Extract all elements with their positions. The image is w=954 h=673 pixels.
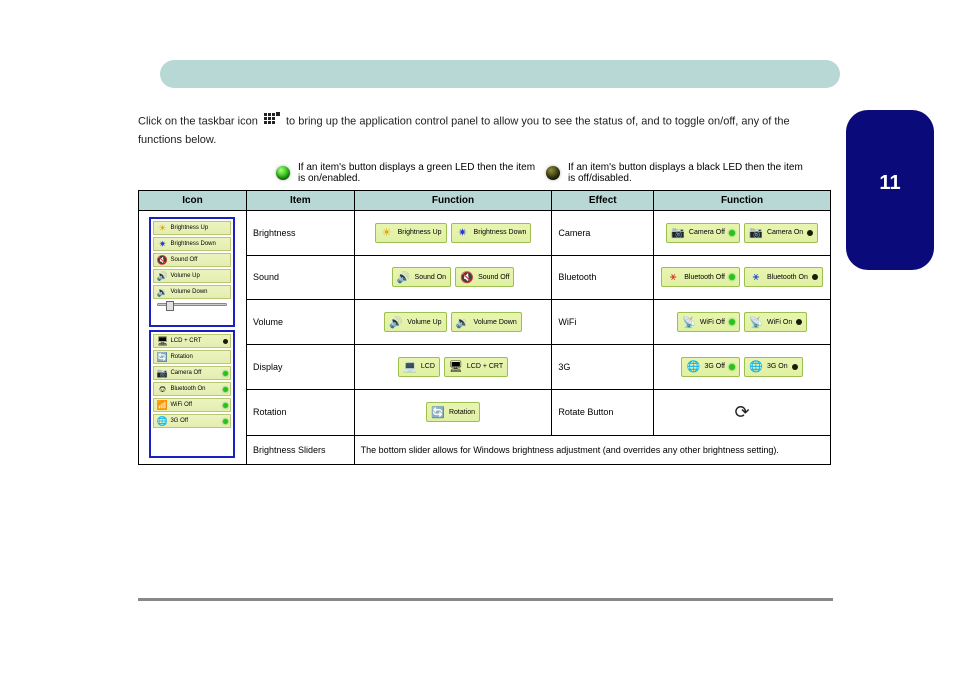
function-cell: ☀Brightness Up ✷Brightness Down <box>354 211 552 256</box>
legend-black-text: If an item's button displays a black LED… <box>568 162 808 184</box>
effect-cell: Camera <box>552 211 654 256</box>
wifi-off-button[interactable]: 📡WiFi Off <box>677 312 740 332</box>
panel-bottom-frame: 🖥LCD + CRT 🔄Rotation 📷Camera Off ⎊Bluetooth… <box>149 330 235 458</box>
effect-cell: Bluetooth <box>552 255 654 300</box>
status-dot-icon <box>812 274 818 280</box>
function-cell: 🔊Volume Up 🔉Volume Down <box>354 300 552 345</box>
bluetooth-icon: ⚹ <box>664 269 682 285</box>
effect-cell: WiFi <box>552 300 654 345</box>
function-table: Icon Item Function Effect Function ☀Brig… <box>138 190 831 465</box>
panel-mini-row: ☀Brightness Up <box>153 221 231 235</box>
3g-off-button[interactable]: 🌐3G Off <box>681 357 740 377</box>
function-cell: 🔊Sound On 🔇Sound Off <box>354 255 552 300</box>
globe-icon: 🌐 <box>684 359 702 375</box>
item-cell: Sound <box>246 255 354 300</box>
th-icon: Icon <box>139 191 247 211</box>
panel-mini-row: 🔊Volume Up <box>153 269 231 283</box>
brightness-up-button[interactable]: ☀Brightness Up <box>375 223 447 243</box>
rotate-screen-icon: ⟳ <box>660 402 824 423</box>
mini-slider <box>157 303 227 306</box>
sun-dark-icon: ✷ <box>454 225 472 241</box>
globe-icon: 🌐 <box>747 359 765 375</box>
function2-cell: 📡WiFi Off 📡WiFi On <box>654 300 831 345</box>
panel-mini-row: 🔄Rotation <box>153 350 231 364</box>
status-dot-icon <box>807 230 813 236</box>
panel-mini-row: ✷Brightness Down <box>153 237 231 251</box>
sound-off-button[interactable]: 🔇Sound Off <box>455 267 514 287</box>
table-row: ☀Brightness Up✷Brightness Down🔇Sound Off… <box>139 211 831 256</box>
taskbar-icon <box>263 112 281 132</box>
panel-mini-row: 📶WiFi Off <box>153 398 231 412</box>
volume-down-icon: 🔉 <box>454 314 472 330</box>
volume-up-icon: 🔊 <box>387 314 405 330</box>
antenna-icon: 📡 <box>680 314 698 330</box>
function2-cell: 📷Camera Off 📷Camera On <box>654 211 831 256</box>
function2-cell: 🌐3G Off 🌐3G On <box>654 344 831 389</box>
bluetooth-on-button[interactable]: ⚹Bluetooth On <box>744 267 823 287</box>
led-green-icon <box>276 166 290 180</box>
bluetooth-icon: ⚹ <box>747 269 765 285</box>
sun-icon: ☀ <box>378 225 396 241</box>
sound-on-button[interactable]: 🔊Sound On <box>392 267 452 287</box>
lcd-crt-button[interactable]: 🖥LCD + CRT <box>444 357 508 377</box>
brightness-down-button[interactable]: ✷Brightness Down <box>451 223 532 243</box>
panel-mini-row: 🔇Sound Off <box>153 253 231 267</box>
footer-rule <box>138 598 833 601</box>
section-title-pill <box>160 60 840 88</box>
status-dot-icon <box>792 364 798 370</box>
effect-cell: 3G <box>552 344 654 389</box>
status-dot-icon <box>796 319 802 325</box>
panel-top-frame: ☀Brightness Up ✷Brightness Down 🔇Sound Off… <box>149 217 235 327</box>
wifi-on-button[interactable]: 📡WiFi On <box>744 312 807 332</box>
item-cell: Volume <box>246 300 354 345</box>
camera-off-button[interactable]: 📷Camera Off <box>666 223 740 243</box>
item-cell: Brightness Sliders <box>246 435 354 464</box>
speaker-icon: 🔊 <box>395 269 413 285</box>
volume-down-button[interactable]: 🔉Volume Down <box>451 312 522 332</box>
panel-mini-row: 🌐3G Off <box>153 414 231 428</box>
function2-cell: ⚹Bluetooth Off ⚹Bluetooth On <box>654 255 831 300</box>
slider-desc-cell: The bottom slider allows for Windows bri… <box>354 435 830 464</box>
volume-up-button[interactable]: 🔊Volume Up <box>384 312 446 332</box>
effect-cell: Rotate Button <box>552 389 654 435</box>
rotation-button[interactable]: 🔄Rotation <box>426 402 480 422</box>
th-item: Item <box>246 191 354 211</box>
th-function2: Function <box>654 191 831 211</box>
status-dot-icon <box>729 319 735 325</box>
chapter-side-tab: 11 <box>846 110 934 270</box>
intro-text-before: Click on the taskbar icon <box>138 116 258 128</box>
rotate-icon: 🔄 <box>429 404 447 420</box>
speaker-mute-icon: 🔇 <box>458 269 476 285</box>
legend-row: If an item's button displays a green LED… <box>138 162 808 184</box>
panel-thumbnail-cell: ☀Brightness Up ✷Brightness Down 🔇Sound Off… <box>139 211 247 465</box>
lcd-button[interactable]: 💻LCD <box>398 357 440 377</box>
camera-icon: 📷 <box>747 225 765 241</box>
panel-mini-row: 📷Camera Off <box>153 366 231 380</box>
camera-icon: 📷 <box>669 225 687 241</box>
3g-on-button[interactable]: 🌐3G On <box>744 357 803 377</box>
function-cell: 💻LCD 🖥LCD + CRT <box>354 344 552 389</box>
item-cell: Brightness <box>246 211 354 256</box>
monitor-icon: 🖥 <box>447 359 465 375</box>
th-effect: Effect <box>552 191 654 211</box>
th-function: Function <box>354 191 552 211</box>
camera-on-button[interactable]: 📷Camera On <box>744 223 818 243</box>
panel-mini-row: ⎊Bluetooth On <box>153 382 231 396</box>
item-cell: Display <box>246 344 354 389</box>
legend-green-text: If an item's button displays a green LED… <box>298 162 538 184</box>
status-dot-icon <box>729 230 735 236</box>
laptop-icon: 💻 <box>401 359 419 375</box>
bluetooth-off-button[interactable]: ⚹Bluetooth Off <box>661 267 740 287</box>
status-dot-icon <box>729 274 735 280</box>
function-cell: 🔄Rotation <box>354 389 552 435</box>
antenna-icon: 📡 <box>747 314 765 330</box>
table-header-row: Icon Item Function Effect Function <box>139 191 831 211</box>
intro-paragraph: Click on the taskbar icon to bring up th… <box>138 112 808 148</box>
led-dark-icon <box>546 166 560 180</box>
status-dot-icon <box>729 364 735 370</box>
function2-cell: ⟳ <box>654 389 831 435</box>
item-cell: Rotation <box>246 389 354 435</box>
panel-mini-row: 🖥LCD + CRT <box>153 334 231 348</box>
panel-mini-row: 🔉Volume Down <box>153 285 231 299</box>
